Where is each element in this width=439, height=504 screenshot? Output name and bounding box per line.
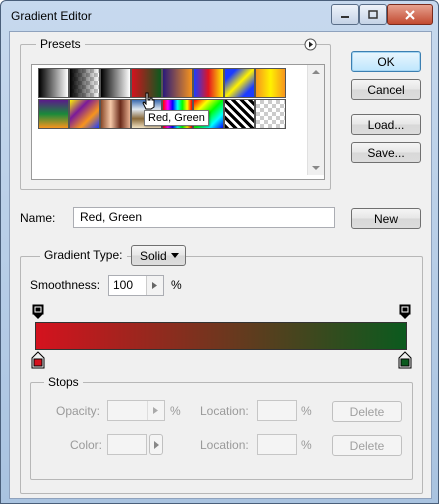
new-button[interactable]: New [351,208,421,229]
gradient-type-value: Solid [140,248,167,263]
load-button[interactable]: Load... [351,114,421,135]
opacity-label: Opacity: [56,404,101,418]
chevron-right-icon [153,407,158,414]
opacity-stop-right[interactable] [399,304,411,320]
presets-label: Presets [36,37,85,51]
maximize-icon [368,10,378,19]
smoothness-label: Smoothness: [30,278,101,292]
chevron-right-icon [152,282,157,289]
opacity-location-field[interactable] [257,400,297,421]
preset-swatch-copper[interactable] [100,99,131,129]
minimize-icon [341,15,349,18]
preset-swatch-black-white[interactable] [100,68,131,98]
preset-tooltip: Red, Green [144,110,209,126]
opacity-field[interactable] [107,400,165,421]
window-title: Gradient Editor [11,9,92,23]
gradient-type-label: Gradient Type: [40,248,127,262]
dialog-body: Presets Red, Green OK Cancel Load... Sav… [9,31,432,499]
opacity-location-unit: % [301,404,312,418]
smoothness-unit: % [171,278,182,292]
close-icon [405,9,415,20]
preset-swatch-violet-orange[interactable] [162,68,193,98]
gradient-type-dropdown[interactable]: Solid [131,245,186,266]
stops-label: Stops [44,375,83,389]
preset-swatch-blue-red-yellow[interactable] [193,68,224,98]
opacity-stop-left[interactable] [32,304,44,320]
color-stop-right[interactable] [398,351,412,369]
color-menu-button[interactable] [149,434,163,455]
preset-swatch-foreground-to-transparent[interactable] [69,68,100,98]
smoothness-slider-button[interactable] [146,276,163,295]
color-label: Color: [70,438,103,452]
opacity-slider-button[interactable] [147,401,164,420]
maximize-button[interactable] [359,4,387,25]
preset-swatch-foreground-to-background[interactable] [38,68,69,98]
preset-swatch-transparent-stripes[interactable] [224,99,255,129]
hand-cursor-icon [142,92,155,110]
minimize-button[interactable] [331,4,359,25]
close-button[interactable] [387,4,433,25]
cancel-button[interactable]: Cancel [351,79,421,100]
gradient-editor-window: Gradient Editor Presets Red, Green OK Ca… [0,0,439,504]
color-location-label: Location: [200,438,249,452]
opacity-unit: % [170,404,181,418]
chevron-down-icon [171,253,179,258]
color-location-field[interactable] [257,434,297,455]
preset-swatch-neutral-density[interactable] [255,99,286,129]
smoothness-value: 100 [113,278,134,292]
color-stop-left[interactable] [31,351,45,369]
chevron-right-icon [153,440,159,449]
scroll-up-icon[interactable] [312,69,320,75]
preset-swatch-violet-green-orange[interactable] [38,99,69,129]
stops-group [30,382,413,480]
presets-scrollbar[interactable] [307,65,324,175]
ok-button[interactable]: OK [351,51,421,72]
name-label: Name: [20,211,56,225]
title-bar: Gradient Editor [1,1,438,31]
opacity-location-label: Location: [200,404,249,418]
scroll-down-icon[interactable] [312,165,320,171]
opacity-delete-button[interactable]: Delete [332,401,402,422]
flyout-menu-icon[interactable] [304,38,317,51]
name-field[interactable]: Red, Green [73,207,335,228]
preset-swatch-yellow-violet-orange-blue[interactable] [69,99,100,129]
preset-swatch-blue-yellow-blue[interactable] [224,68,255,98]
smoothness-field[interactable]: 100 [108,275,164,296]
save-button[interactable]: Save... [351,142,421,163]
preset-swatch-orange-yellow-orange[interactable] [255,68,286,98]
color-swatch-field[interactable] [107,434,147,455]
color-location-unit: % [301,438,312,452]
color-delete-button[interactable]: Delete [332,435,402,456]
gradient-preview-bar[interactable] [35,322,407,350]
